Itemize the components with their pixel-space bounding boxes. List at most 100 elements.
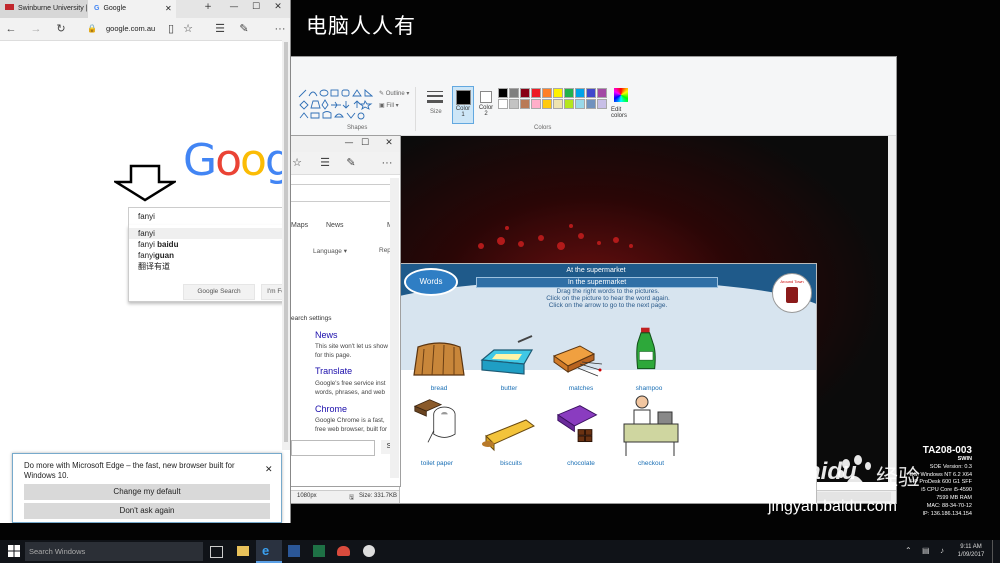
chrome-title[interactable]: Chrome [315, 404, 347, 414]
checkout-image[interactable] [622, 392, 680, 458]
bread-image[interactable] [410, 337, 468, 383]
edge-window-secondary[interactable]: — ☐ ✕ ☆ ☰ ✎ ··· Maps News M Language ▾ R… [288, 135, 401, 487]
item-label-toilet-paper[interactable]: toilet paper [404, 460, 470, 467]
item-label-bread[interactable]: bread [406, 385, 472, 392]
paint-vertical-scrollbar[interactable] [888, 136, 896, 482]
edge2-bottom-search[interactable] [291, 440, 375, 456]
suggestion-item[interactable]: fanyiguan [129, 250, 289, 261]
suggestion-item[interactable]: fanyi baidu [129, 239, 289, 250]
app-icon[interactable] [337, 546, 350, 556]
dont-ask-again-button[interactable]: Don't ask again [24, 503, 270, 519]
nav-maps[interactable]: Maps [291, 222, 308, 229]
hub-icon[interactable]: ☰ [317, 152, 333, 174]
tab-swinburne[interactable]: Swinburne University | [0, 0, 88, 18]
volume-icon[interactable]: ♪ [940, 546, 944, 555]
biscuits-image[interactable] [480, 410, 538, 456]
edge2-scrollbar[interactable] [390, 178, 399, 478]
nav-news[interactable]: News [326, 222, 344, 229]
back-icon[interactable]: ← [3, 18, 19, 40]
size-button[interactable] [425, 88, 445, 108]
maximize-icon[interactable]: ☐ [353, 138, 377, 148]
palette-swatch[interactable] [542, 99, 552, 109]
toilet-paper-image[interactable] [408, 398, 466, 444]
palette-swatch[interactable] [553, 99, 563, 109]
task-view-icon[interactable] [210, 546, 223, 558]
google-search-input[interactable]: fanyi [128, 207, 288, 225]
palette-swatch[interactable] [498, 99, 508, 109]
search-settings[interactable]: earch settings [291, 315, 331, 322]
item-label-chocolate[interactable]: chocolate [548, 460, 614, 467]
palette-swatch[interactable] [542, 88, 552, 98]
edge2-search-box[interactable] [289, 184, 392, 202]
suggestion-item[interactable]: fanyi [129, 228, 289, 239]
favorite-star-icon[interactable]: ☆ [180, 18, 196, 40]
tab-google[interactable]: G Google ✕ [88, 0, 176, 18]
close-icon[interactable]: ✕ [265, 464, 273, 475]
butter-image[interactable] [478, 334, 536, 380]
language-menu[interactable]: Language ▾ [313, 247, 347, 255]
palette-swatch[interactable] [575, 99, 585, 109]
palette-swatch[interactable] [531, 99, 541, 109]
more-icon[interactable]: ··· [379, 152, 395, 174]
close-icon[interactable]: ✕ [266, 2, 290, 12]
palette-swatch[interactable] [509, 88, 519, 98]
web-note-icon[interactable]: ✎ [343, 152, 359, 174]
shampoo-image[interactable] [618, 326, 676, 372]
palette-swatch[interactable] [520, 99, 530, 109]
chocolate-image[interactable] [550, 402, 608, 448]
palette-swatch[interactable] [509, 99, 519, 109]
palette-swatch[interactable] [498, 88, 508, 98]
refresh-icon[interactable]: ↻ [53, 18, 69, 40]
maximize-icon[interactable]: ☐ [244, 2, 268, 12]
palette-swatch[interactable] [531, 88, 541, 98]
minimize-icon[interactable]: — [222, 2, 246, 12]
forward-icon[interactable]: → [28, 18, 44, 40]
file-explorer-icon[interactable] [237, 546, 249, 556]
google-search-button[interactable]: Google Search [183, 284, 255, 300]
palette-swatch[interactable] [597, 88, 607, 98]
close-tab-icon[interactable]: ✕ [165, 0, 172, 18]
paint-icon[interactable] [363, 545, 375, 557]
clock[interactable]: 9:11 AM 1/09/2017 [955, 543, 987, 559]
suggestion-item[interactable]: 翻译有道 [129, 261, 289, 272]
color-palette[interactable] [498, 88, 616, 122]
palette-swatch[interactable] [586, 88, 596, 98]
web-note-icon[interactable]: ✎ [236, 18, 252, 40]
taskbar-search[interactable]: Search Windows [25, 542, 203, 561]
news-title[interactable]: News [315, 330, 338, 340]
address-bar[interactable]: google.com.au [106, 18, 155, 40]
hub-icon[interactable]: ☰ [212, 18, 228, 40]
edge-window[interactable]: Swinburne University | G Google ✕ + — ☐ ✕… [0, 0, 291, 523]
palette-swatch[interactable] [597, 99, 607, 109]
translate-title[interactable]: Translate [315, 366, 352, 376]
color1-button[interactable]: Color 1 [452, 86, 474, 124]
edge-scrollbar[interactable] [282, 40, 290, 450]
item-label-biscuits[interactable]: biscuits [478, 460, 544, 467]
outline-menu[interactable]: ✎ Outline ▾ [379, 90, 409, 97]
edge-taskbar-button[interactable]: e [256, 540, 282, 563]
color2-button[interactable]: Color 2 [476, 86, 496, 122]
palette-swatch[interactable] [575, 88, 585, 98]
edit-colors-icon[interactable] [614, 88, 628, 102]
palette-swatch[interactable] [564, 99, 574, 109]
more-icon[interactable]: ··· [272, 18, 288, 40]
supermarket-game[interactable]: Words At the supermarket In the supermar… [399, 263, 817, 503]
new-tab-icon[interactable]: + [196, 2, 220, 12]
item-label-butter[interactable]: butter [476, 385, 542, 392]
scroll-thumb[interactable] [284, 42, 288, 442]
excel-icon[interactable] [313, 545, 325, 557]
shapes-gallery[interactable] [297, 87, 374, 123]
fill-menu[interactable]: ▣ Fill ▾ [379, 102, 399, 109]
close-icon[interactable]: ✕ [377, 138, 400, 148]
word-icon[interactable] [288, 545, 300, 557]
network-icon[interactable]: ▤ [922, 546, 930, 555]
change-default-button[interactable]: Change my default [24, 484, 270, 500]
palette-swatch[interactable] [586, 99, 596, 109]
windows-start-icon[interactable] [8, 545, 20, 557]
item-label-matches[interactable]: matches [548, 385, 614, 392]
palette-swatch[interactable] [520, 88, 530, 98]
item-label-shampoo[interactable]: shampoo [616, 385, 682, 392]
matches-image[interactable] [546, 334, 604, 380]
show-desktop-button[interactable] [992, 540, 993, 563]
reading-view-icon[interactable]: ▯ [163, 18, 179, 40]
